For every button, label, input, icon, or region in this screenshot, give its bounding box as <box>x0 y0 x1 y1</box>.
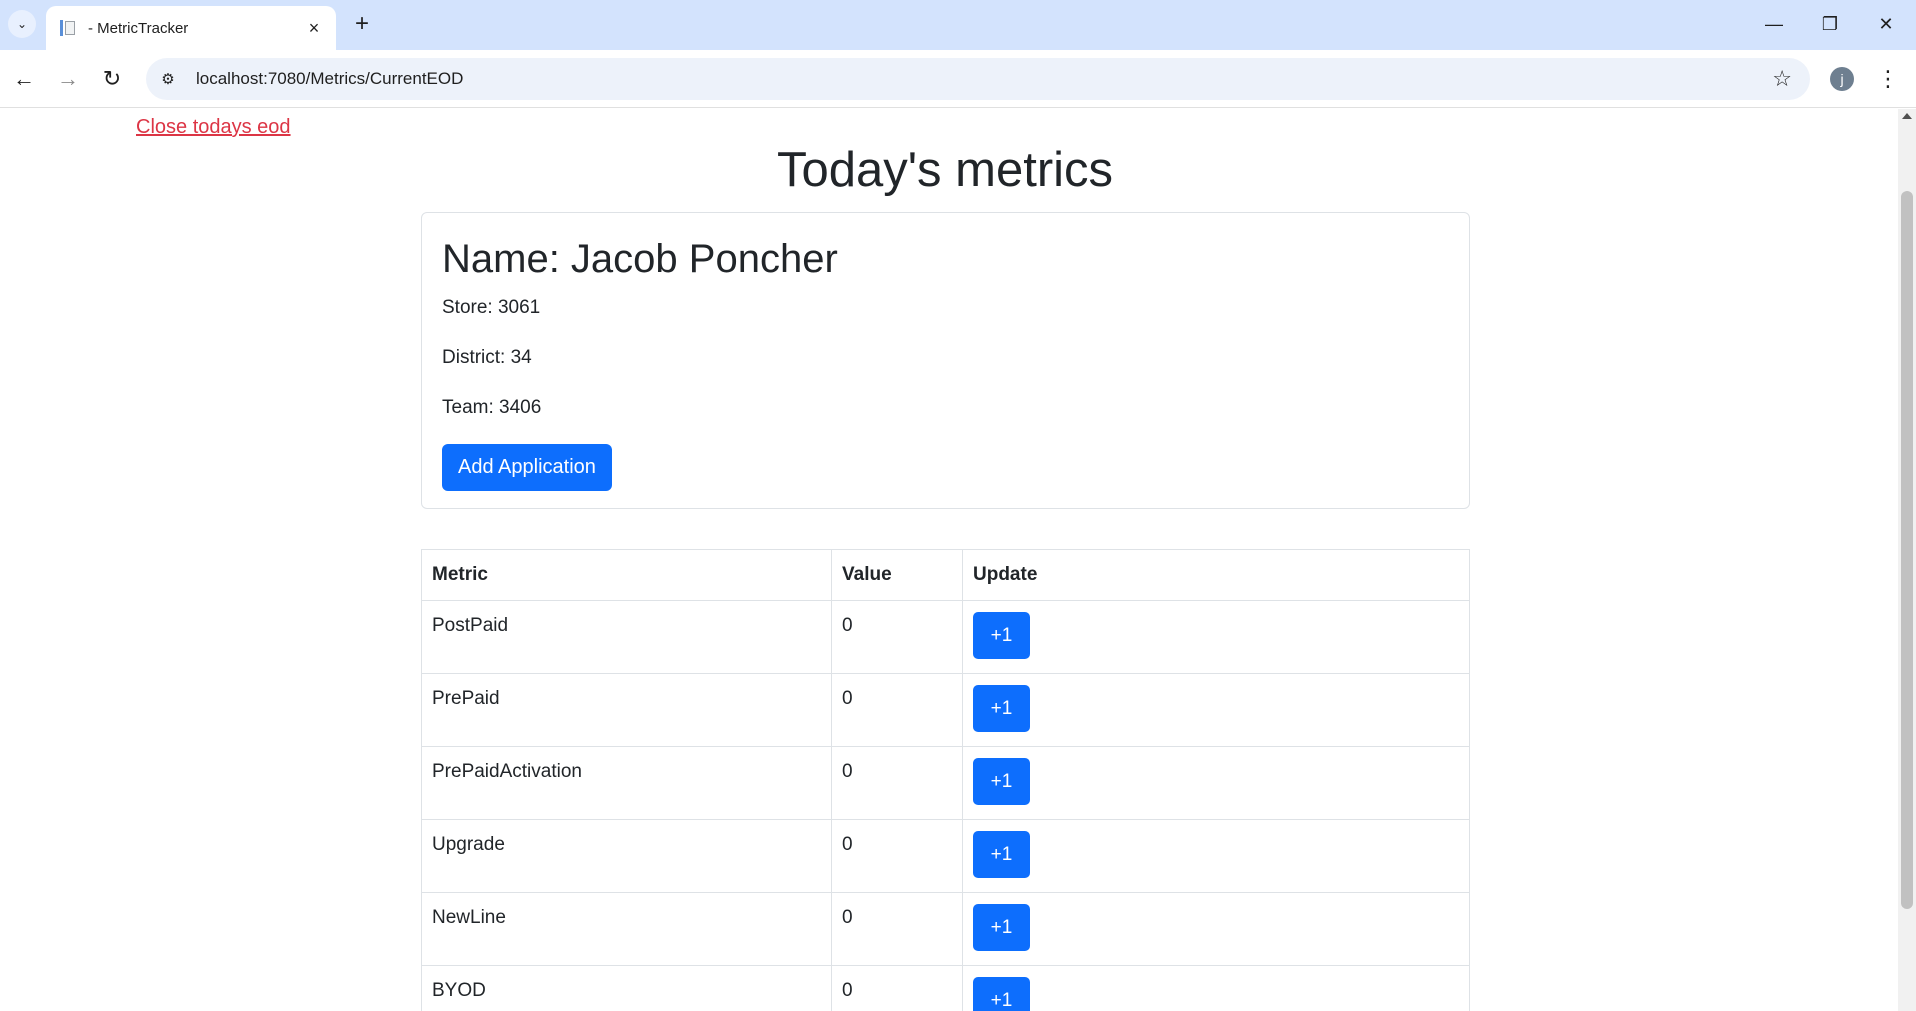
tab-search-icon[interactable]: ⌄ <box>8 10 36 38</box>
back-icon[interactable]: ← <box>8 63 40 95</box>
profile-card: Name: Jacob Poncher Store: 3061 District… <box>421 212 1470 509</box>
page-title: Today's metrics <box>776 143 1114 197</box>
table-row: NewLine 0 +1 <box>421 892 1470 966</box>
increment-button[interactable]: +1 <box>973 977 1030 1011</box>
browser-toolbar: ← → ↻ ⚙ localhost:7080/Metrics/CurrentEO… <box>0 50 1916 108</box>
table-row: PrePaidActivation 0 +1 <box>421 746 1470 820</box>
increment-button[interactable]: +1 <box>973 612 1030 659</box>
tab-title: - MetricTracker <box>88 19 189 37</box>
table-row: Upgrade 0 +1 <box>421 819 1470 893</box>
forward-icon[interactable]: → <box>52 63 84 95</box>
close-tab-icon[interactable]: × <box>304 18 324 39</box>
metric-name: PrePaid <box>421 673 832 747</box>
favicon-icon <box>58 19 76 37</box>
metric-name: NewLine <box>421 892 832 966</box>
table-header-row: Metric Value Update <box>421 549 1470 601</box>
metric-name: Upgrade <box>421 819 832 893</box>
metric-value: 0 <box>831 600 963 674</box>
increment-button[interactable]: +1 <box>973 685 1030 732</box>
metric-name: PrePaidActivation <box>421 746 832 820</box>
column-header-metric: Metric <box>421 549 832 601</box>
metric-value: 0 <box>831 746 963 820</box>
scrollbar-thumb[interactable] <box>1901 191 1913 909</box>
restore-icon[interactable]: ❐ <box>1810 10 1850 38</box>
metric-name: PostPaid <box>421 600 832 674</box>
page-viewport: Close todays eod Today's metrics Name: J… <box>0 109 1898 1011</box>
window-close-icon[interactable]: ✕ <box>1866 10 1906 38</box>
increment-button[interactable]: +1 <box>973 758 1030 805</box>
new-tab-icon[interactable]: + <box>348 10 376 38</box>
vertical-scrollbar[interactable] <box>1898 109 1916 1011</box>
address-bar[interactable]: ⚙ localhost:7080/Metrics/CurrentEOD ☆ <box>146 58 1810 100</box>
metric-name: BYOD <box>421 965 832 1011</box>
menu-icon[interactable]: ⋮ <box>1876 63 1900 95</box>
scroll-up-arrow-icon[interactable] <box>1902 113 1912 119</box>
table-row: PostPaid 0 +1 <box>421 600 1470 674</box>
metric-value: 0 <box>831 819 963 893</box>
url-text[interactable]: localhost:7080/Metrics/CurrentEOD <box>196 69 1772 89</box>
increment-button[interactable]: +1 <box>973 831 1030 878</box>
profile-avatar[interactable]: j <box>1830 67 1854 91</box>
tab-strip: ⌄ - MetricTracker × + — ❐ ✕ <box>0 0 1916 50</box>
bookmark-star-icon[interactable]: ☆ <box>1772 66 1792 92</box>
team-text: Team: 3406 <box>442 397 542 418</box>
metrics-table: Metric Value Update PostPaid 0 +1 PrePai… <box>421 549 1470 1011</box>
reload-icon[interactable]: ↻ <box>96 63 128 95</box>
store-text: Store: 3061 <box>442 297 541 318</box>
browser-tab[interactable]: - MetricTracker × <box>46 6 336 50</box>
table-row: PrePaid 0 +1 <box>421 673 1470 747</box>
metric-value: 0 <box>831 892 963 966</box>
minimize-icon[interactable]: — <box>1754 10 1794 38</box>
column-header-update: Update <box>962 549 1470 601</box>
column-header-value: Value <box>831 549 963 601</box>
district-text: District: 34 <box>442 347 532 368</box>
metric-value: 0 <box>831 965 963 1011</box>
table-row: BYOD 0 +1 <box>421 965 1470 1011</box>
site-info-icon[interactable]: ⚙ <box>150 61 186 97</box>
metric-value: 0 <box>831 673 963 747</box>
employee-name: Name: Jacob Poncher <box>442 237 838 281</box>
add-application-button[interactable]: Add Application <box>442 444 612 491</box>
increment-button[interactable]: +1 <box>973 904 1030 951</box>
close-eod-link[interactable]: Close todays eod <box>136 116 291 139</box>
